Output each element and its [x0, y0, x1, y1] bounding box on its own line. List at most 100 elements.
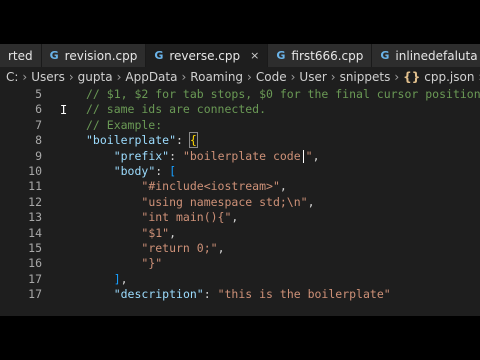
line-number: 15: [28, 240, 42, 255]
code-line[interactable]: 15 "return 0;",: [0, 241, 480, 256]
token-str: "using namespace std;\n": [141, 194, 308, 209]
code-line[interactable]: 5 // $1, $2 for tab stops, $0 for the fin…: [0, 87, 480, 102]
token-pun: [86, 149, 114, 163]
breadcrumb-separator: ›: [394, 70, 400, 84]
code-text: "using namespace std;\n",: [86, 194, 315, 210]
token-pun: [86, 210, 141, 224]
code-text: "$1",: [86, 226, 176, 241]
line-number: 9: [35, 148, 42, 163]
breadcrumb-item[interactable]: AppData: [125, 70, 177, 84]
tab-0[interactable]: rted: [0, 44, 42, 67]
token-pun: :: [155, 163, 170, 178]
token-cm: // same ids are connected.: [86, 102, 267, 117]
token-str: "$1": [141, 225, 170, 240]
line-number: 5: [35, 87, 42, 101]
token-key: "description": [113, 287, 204, 302]
token-pun: :: [203, 287, 218, 302]
text-caret: [302, 149, 304, 163]
tab-1[interactable]: Grevision.cpp: [41, 44, 147, 67]
code-line[interactable]: 16 "}": [0, 256, 480, 271]
tab-bar: rted Grevision.cpp Greverse.cpp × Gfirst666.…: [0, 44, 480, 67]
code-editor[interactable]: 5 // $1, $2 for tab stops, $0 for the fin…: [0, 87, 480, 302]
code-text: // same ids are connected.: [86, 102, 266, 117]
breadcrumb-item[interactable]: Roaming: [190, 70, 243, 84]
token-pun: [86, 241, 141, 255]
close-icon[interactable]: ×: [250, 49, 259, 62]
breadcrumb-item[interactable]: Users: [31, 70, 65, 84]
line-number: 13: [28, 210, 42, 225]
token-str: "int main(){": [141, 210, 232, 225]
json-file-icon: {}: [403, 70, 421, 84]
code-line[interactable]: 7 // Example:: [0, 118, 480, 133]
code-line[interactable]: 12 "using namespace std;\n",: [0, 195, 480, 210]
tab-label: reverse.cpp: [169, 48, 241, 63]
code-line[interactable]: 9 "prefix": "boilerplate code ",: [0, 149, 480, 164]
code-text: "}": [86, 256, 162, 271]
code-line[interactable]: 6 // same ids are connected.: [0, 102, 480, 117]
line-number: 12: [28, 194, 42, 209]
code-line[interactable]: 8 "boilerplate": {: [0, 132, 480, 149]
token-str: "this is the boilerplate": [217, 287, 391, 302]
token-pun: [86, 226, 141, 240]
token-key: "prefix": [113, 148, 170, 163]
code-text: ],: [86, 272, 128, 287]
token-pun: :: [169, 148, 183, 163]
breadcrumb-separator: ›: [330, 70, 336, 84]
token-cm: // Example:: [86, 117, 163, 132]
breadcrumb-item[interactable]: gupta: [78, 70, 113, 84]
code-line[interactable]: 14 "$1",: [0, 226, 480, 241]
token-str: "boilerplate code: [182, 148, 301, 163]
line-number: 17: [28, 271, 42, 286]
tab-label: first666.cpp: [291, 48, 364, 63]
code-text: "int main(){",: [86, 210, 238, 225]
line-number: 14: [28, 225, 42, 240]
code-line[interactable]: 11 "#include<iostream>",: [0, 179, 480, 194]
token-pun: ,: [307, 194, 315, 209]
tab-label: rted: [8, 48, 33, 63]
token-pun: [86, 256, 141, 270]
breadcrumb-item[interactable]: C:: [6, 70, 18, 84]
code-line[interactable]: 17 ],: [0, 272, 480, 287]
token-pun: ,: [231, 210, 239, 225]
breadcrumb-item[interactable]: User: [299, 70, 326, 84]
breadcrumb-separator: ›: [247, 70, 252, 84]
cpp-file-icon: G: [154, 49, 164, 62]
tab-2[interactable]: Greverse.cpp ×: [146, 44, 269, 67]
line-number: 6: [35, 102, 42, 117]
tab-3[interactable]: Gfirst666.cpp: [268, 44, 373, 67]
token-key: "boilerplate": [86, 133, 177, 148]
breadcrumb-file[interactable]: cpp.json: [424, 70, 474, 84]
line-number: 16: [28, 256, 42, 271]
breadcrumb-item[interactable]: snippets: [340, 70, 391, 84]
token-pun: ,: [217, 240, 225, 255]
token-pun: ,: [120, 271, 128, 286]
token-br: {: [188, 132, 198, 149]
code-line[interactable]: 17 "description": "this is the boilerpla…: [0, 287, 480, 302]
tab-4[interactable]: Ginlinedefaluta: [372, 44, 480, 67]
cpp-file-icon: G: [49, 49, 59, 62]
token-str: "#include<iostream>": [141, 179, 280, 194]
code-text: // $1, $2 for tab stops, $0 for the fina…: [86, 87, 480, 102]
breadcrumb-separator: ›: [68, 70, 74, 84]
token-pun: [86, 164, 114, 178]
code-text: "boilerplate": {: [86, 132, 198, 149]
cpp-file-icon: G: [380, 49, 390, 62]
token-pun: [86, 272, 114, 286]
code-line[interactable]: 13 "int main(){",: [0, 210, 480, 225]
breadcrumb: C: › Users › gupta › AppData › Roaming › Code › User…: [0, 67, 480, 87]
token-pun: ,: [169, 225, 177, 240]
code-text: "return 0;",: [86, 240, 225, 256]
tab-label: revision.cpp: [64, 48, 138, 63]
breadcrumb-item[interactable]: Code: [256, 70, 287, 84]
line-number: 10: [28, 163, 42, 178]
breadcrumb-separator: ›: [290, 70, 296, 84]
token-cm: // $1, $2 for tab stops, $0 for the fina…: [86, 87, 480, 101]
token-br3: ]: [113, 271, 121, 286]
breadcrumb-separator: ›: [22, 70, 28, 84]
token-str: "}": [141, 256, 163, 271]
token-pun: [86, 195, 141, 209]
code-line[interactable]: 10 "body": [: [0, 164, 480, 179]
token-pun: ,: [279, 179, 287, 194]
token-pun: [86, 287, 114, 301]
line-number: 17: [28, 287, 42, 302]
